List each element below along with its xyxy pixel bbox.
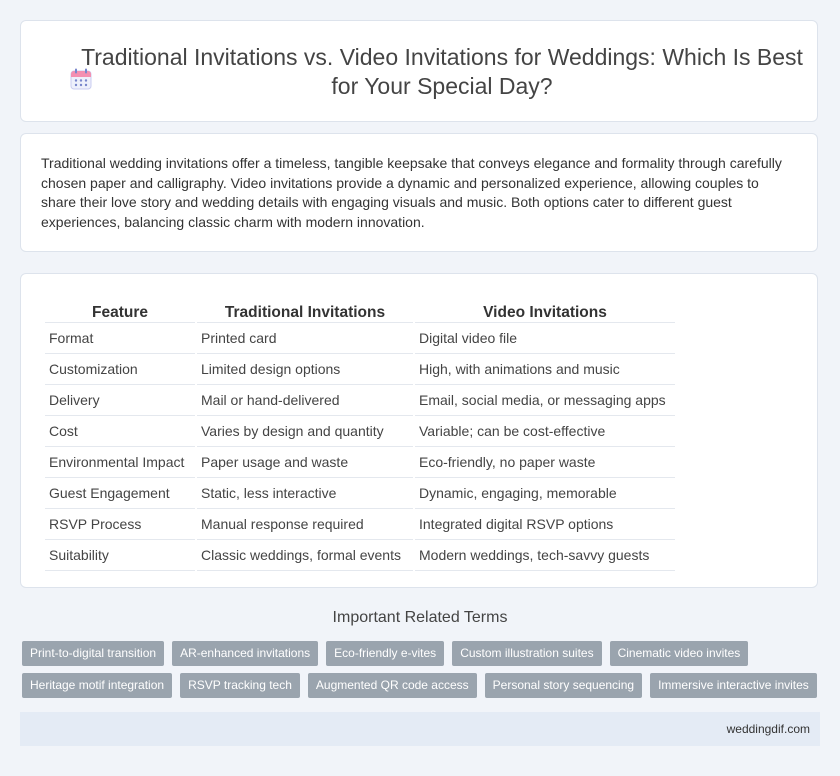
header-feature: Feature [45,296,195,323]
row-feature: Environmental Impact [45,447,195,478]
footer-site[interactable]: weddingdif.com [727,722,810,736]
row-video: Variable; can be cost-effective [415,416,675,447]
row-traditional: Paper usage and waste [197,447,413,478]
row-feature: RSVP Process [45,509,195,540]
summary-paragraph: Traditional wedding invitations offer a … [41,155,782,230]
row-traditional: Printed card [197,323,413,354]
row-traditional: Limited design options [197,354,413,385]
tag-row: Print-to-digital transition AR-enhanced … [22,641,822,666]
table-row: Suitability Classic weddings, formal eve… [45,540,675,571]
row-video: Modern weddings, tech-savvy guests [415,540,675,571]
comparison-card: Feature Traditional Invitations Video In… [20,273,818,588]
table-row: Cost Varies by design and quantity Varia… [45,416,675,447]
row-feature: Format [45,323,195,354]
row-feature: Suitability [45,540,195,571]
header-video: Video Invitations [415,296,675,323]
row-video: Digital video file [415,323,675,354]
comparison-table: Feature Traditional Invitations Video In… [43,296,677,571]
table-row: RSVP Process Manual response required In… [45,509,675,540]
term-tag[interactable]: AR-enhanced invitations [172,641,319,666]
row-traditional: Static, less interactive [197,478,413,509]
row-feature: Delivery [45,385,195,416]
table-row: Format Printed card Digital video file [45,323,675,354]
term-tag[interactable]: Eco-friendly e-vites [326,641,445,666]
term-tag[interactable]: Personal story sequencing [484,673,643,698]
row-traditional: Varies by design and quantity [197,416,413,447]
tag-row: Heritage motif integration RSVP tracking… [22,673,822,698]
summary-card: Traditional wedding invitations offer a … [20,133,818,252]
page-title: Traditional Invitations vs. Video Invita… [81,44,803,99]
header-traditional: Traditional Invitations [197,296,413,323]
term-tag[interactable]: Custom illustration suites [452,641,602,666]
related-terms-title: Important Related Terms [332,609,508,626]
row-traditional: Manual response required [197,509,413,540]
table-header-row: Feature Traditional Invitations Video In… [45,296,675,323]
table-row: Customization Limited design options Hig… [45,354,675,385]
row-feature: Guest Engagement [45,478,195,509]
row-feature: Cost [45,416,195,447]
row-traditional: Mail or hand-delivered [197,385,413,416]
row-traditional: Classic weddings, formal events [197,540,413,571]
term-tag[interactable]: Augmented QR code access [307,673,477,698]
title-card: Traditional Invitations vs. Video Invita… [20,20,818,122]
term-tag[interactable]: RSVP tracking tech [180,673,300,698]
term-tag[interactable]: Heritage motif integration [22,673,173,698]
term-tag[interactable]: Cinematic video invites [609,641,749,666]
table-row: Guest Engagement Static, less interactiv… [45,478,675,509]
term-tag[interactable]: Print-to-digital transition [22,641,165,666]
term-tag[interactable]: Immersive interactive invites [650,673,817,698]
row-video: High, with animations and music [415,354,675,385]
row-video: Integrated digital RSVP options [415,509,675,540]
table-row: Environmental Impact Paper usage and was… [45,447,675,478]
related-terms: Print-to-digital transition AR-enhanced … [22,641,822,705]
table-row: Delivery Mail or hand-delivered Email, s… [45,385,675,416]
row-video: Eco-friendly, no paper waste [415,447,675,478]
footer: weddingdif.com [20,712,820,746]
row-feature: Customization [45,354,195,385]
row-video: Dynamic, engaging, memorable [415,478,675,509]
row-video: Email, social media, or messaging apps [415,385,675,416]
